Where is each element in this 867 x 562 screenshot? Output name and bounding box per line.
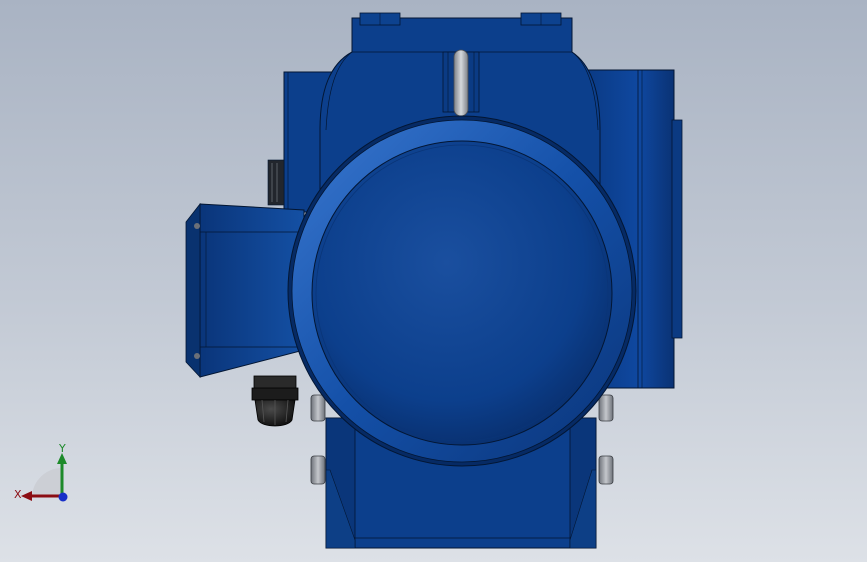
bolt-left-upper [310,394,326,422]
terminal-box [185,202,305,379]
lifting-eye [453,49,469,117]
orientation-triad: Y X [14,442,68,502]
z-axis-dot [58,492,68,502]
bolt-right-lower [598,455,614,485]
cable-gland [251,375,299,427]
bolt-left-lower [310,455,326,485]
end-cover [287,115,637,467]
graphics-viewport[interactable]: Y X [0,0,867,562]
x-axis-label: X [14,488,22,501]
cad-model-view[interactable] [0,0,867,562]
bolt-right-upper [598,394,614,422]
y-axis-label: Y [58,442,66,455]
